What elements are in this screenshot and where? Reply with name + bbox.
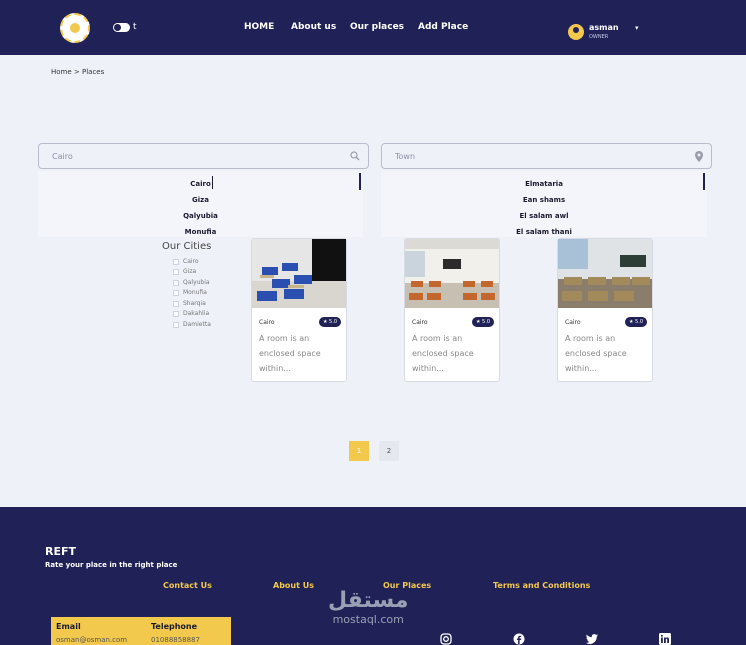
city-dropdown: Cairo Giza Qalyubia Monufia [38, 171, 363, 237]
city-checkbox-label: Damietta [183, 321, 211, 328]
twitter-icon[interactable] [585, 633, 599, 645]
user-avatar-icon[interactable] [568, 24, 584, 40]
mostaql-watermark: مستقل mostaql.com [328, 588, 409, 627]
town-option[interactable]: El salam thani [381, 228, 707, 236]
place-image[interactable] [558, 239, 652, 308]
town-search-placeholder: Town [395, 152, 416, 161]
footer-brand: REFT [45, 545, 77, 558]
city-checkbox[interactable]: Dakahlia [173, 310, 209, 317]
place-card[interactable]: Cairo ★ 5.0 A room is an enclosed space … [251, 238, 347, 382]
rating-badge: ★ 5.0 [472, 317, 494, 327]
footer-tagline: Rate your place in the right place [45, 561, 178, 569]
dropdown-scrollbar[interactable] [703, 173, 705, 190]
rating-badge: ★ 5.0 [625, 317, 647, 327]
toggle-knob [114, 24, 121, 31]
checkbox[interactable] [173, 279, 179, 286]
city-search-value: Cairo [52, 152, 73, 161]
card-description: A room is an enclosed space within... [259, 334, 321, 373]
place-image[interactable] [252, 239, 346, 308]
town-option[interactable]: Elmataria [381, 180, 707, 188]
place-card[interactable]: Cairo ★ 5.0 A room is an enclosed space … [557, 238, 653, 382]
checkbox[interactable] [173, 289, 179, 296]
watermark-arabic: مستقل [328, 588, 409, 613]
search-icon[interactable] [350, 151, 360, 164]
user-role: OWNER [589, 34, 609, 40]
city-option[interactable]: Giza [38, 196, 363, 204]
card-city: Cairo [565, 319, 581, 326]
city-checkbox-label: Sharqia [183, 300, 206, 307]
city-checkbox[interactable]: Cairo [173, 258, 199, 265]
page-button-1[interactable]: 1 [349, 441, 369, 461]
toggle-label: t [133, 22, 137, 32]
nav-add-place[interactable]: Add Place [418, 22, 468, 32]
contact-info-box: Email Telephone osman@osman.com 01088858… [51, 617, 231, 645]
card-description: A room is an enclosed space within... [412, 334, 474, 373]
logo[interactable] [60, 13, 90, 43]
text-cursor [212, 176, 213, 189]
city-checkbox[interactable]: Sharqia [173, 300, 206, 307]
city-checkbox[interactable]: Qalyubia [173, 279, 210, 286]
dropdown-scrollbar[interactable] [359, 173, 361, 190]
checkbox[interactable] [173, 258, 179, 265]
city-checkbox[interactable]: Giza [173, 268, 196, 275]
checkbox[interactable] [173, 300, 179, 307]
card-description: A room is an enclosed space within... [565, 334, 627, 373]
logo-sun-icon [70, 23, 80, 33]
city-checkbox-label: Dakahlia [183, 310, 210, 317]
checkbox[interactable] [173, 310, 179, 317]
place-card[interactable]: Cairo ★ 5.0 A room is an enclosed space … [404, 238, 500, 382]
city-option[interactable]: Qalyubia [38, 212, 363, 220]
footer-terms[interactable]: Terms and Conditions [493, 581, 590, 590]
city-search-input[interactable]: Cairo [38, 143, 369, 169]
email-label: Email [56, 622, 81, 631]
city-option[interactable]: Monufia [38, 228, 363, 236]
linkedin-icon[interactable] [658, 633, 672, 645]
nav-our-places[interactable]: Our places [350, 22, 404, 32]
city-checkbox[interactable]: Damietta [173, 321, 211, 328]
cities-filter-title: Our Cities [162, 241, 212, 252]
footer-contact-us[interactable]: Contact Us [163, 581, 212, 590]
city-option[interactable]: Cairo [38, 180, 363, 188]
town-search-input[interactable]: Town [381, 143, 712, 169]
city-checkbox-label: Qalyubia [183, 279, 210, 286]
rating-badge: ★ 5.0 [319, 317, 341, 327]
telephone-value[interactable]: 01088858887 [151, 636, 200, 644]
town-option[interactable]: El salam awl [381, 212, 707, 220]
navbar: t HOME About us Our places Add Place asm… [0, 0, 746, 55]
breadcrumb[interactable]: Home > Places [51, 68, 104, 76]
user-menu-caret-icon[interactable]: ▾ [635, 24, 639, 32]
town-dropdown: Elmataria Ean shams El salam awl El sala… [381, 171, 707, 237]
checkbox[interactable] [173, 268, 179, 275]
footer-about-us[interactable]: About Us [273, 581, 314, 590]
user-name[interactable]: asman [589, 23, 619, 32]
footer: REFT Rate your place in the right place … [0, 507, 746, 645]
watermark-english: mostaql.com [332, 613, 404, 626]
city-checkbox[interactable]: Monufia [173, 289, 207, 296]
page-button-2[interactable]: 2 [379, 441, 399, 461]
card-city: Cairo [412, 319, 428, 326]
card-city: Cairo [259, 319, 275, 326]
instagram-icon[interactable] [439, 633, 453, 645]
facebook-icon[interactable] [512, 633, 526, 645]
checkbox[interactable] [173, 321, 179, 328]
nav-home[interactable]: HOME [244, 22, 274, 32]
place-image[interactable] [405, 239, 499, 308]
city-checkbox-label: Giza [183, 268, 197, 275]
city-checkbox-label: Cairo [183, 258, 199, 265]
nav-about-us[interactable]: About us [291, 22, 336, 32]
theme-toggle[interactable] [113, 23, 130, 32]
city-checkbox-label: Monufia [183, 289, 207, 296]
town-option[interactable]: Ean shams [381, 196, 707, 204]
location-pin-icon[interactable] [695, 151, 703, 165]
email-value[interactable]: osman@osman.com [56, 636, 127, 644]
telephone-label: Telephone [151, 622, 198, 631]
